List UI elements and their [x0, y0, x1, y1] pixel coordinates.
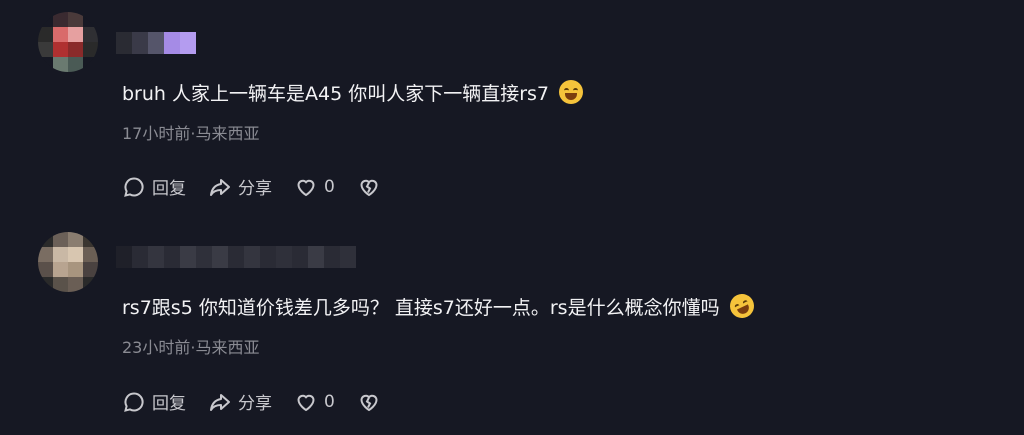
rolling-laughing-emoji-icon: [725, 290, 758, 322]
broken-heart-icon: [360, 179, 378, 196]
avatar-pixel: [83, 277, 98, 292]
speech-bubble-icon: [124, 391, 144, 412]
avatar-pixel: [83, 27, 98, 42]
avatar-pixel: [68, 12, 83, 27]
avatar-pixel: [68, 262, 83, 277]
speech-bubble-icon: [124, 176, 144, 197]
comment-actions: 回复 分享 0: [122, 174, 403, 199]
comment-actions: 回复 分享 0: [122, 389, 403, 414]
comment-meta: 17小时前·马来西亚: [122, 124, 260, 143]
share-arrow-icon: [210, 178, 230, 196]
avatar-pixel: [83, 57, 98, 72]
username-pixel: [148, 32, 164, 54]
username-pixel: [116, 246, 132, 268]
avatar-pixel: [53, 12, 68, 27]
username-pixel: [116, 32, 132, 54]
avatar-pixel: [53, 232, 68, 247]
reply-label: 回复: [152, 394, 186, 414]
username-pixel: [132, 246, 148, 268]
avatar-pixel: [53, 42, 68, 57]
reply-label: 回复: [152, 179, 186, 199]
avatar-pixel: [83, 12, 98, 27]
comment-text-content: rs7跟s5 你知道价钱差几多吗？ 直接s7还好一点。rs是什么概念你懂吗: [122, 297, 720, 319]
username-pixel: [212, 246, 228, 268]
avatar-pixel: [53, 27, 68, 42]
share-label: 分享: [238, 179, 272, 199]
avatar-pixel: [68, 247, 83, 262]
reply-button[interactable]: 回复: [122, 389, 186, 414]
username-pixel: [180, 32, 196, 54]
avatar[interactable]: [38, 232, 98, 292]
avatar-pixel: [68, 27, 83, 42]
like-button[interactable]: 0: [294, 175, 335, 199]
avatar[interactable]: [38, 12, 98, 72]
username-pixel: [340, 246, 356, 268]
avatar-pixel: [38, 57, 53, 72]
username-pixel: [132, 32, 148, 54]
comment-text-content: bruh 人家上一辆车是A45 你叫人家下一辆直接rs7: [122, 83, 550, 105]
share-button[interactable]: 分享: [208, 389, 272, 414]
username-pixel: [292, 246, 308, 268]
crying-laughing-emoji-icon: [559, 80, 584, 104]
share-arrow-icon: [210, 393, 230, 411]
username-pixel: [180, 246, 196, 268]
avatar-pixel: [38, 27, 53, 42]
avatar-pixel: [38, 12, 53, 27]
avatar-pixel: [83, 247, 98, 262]
avatar-pixel: [53, 247, 68, 262]
comment-text: bruh 人家上一辆车是A45 你叫人家下一辆直接rs7: [122, 80, 584, 107]
username-pixel: [228, 246, 244, 268]
avatar-pixel: [83, 232, 98, 247]
broken-heart-icon: [360, 394, 378, 411]
username[interactable]: [116, 32, 196, 54]
username-pixel: [244, 246, 260, 268]
reply-button[interactable]: 回复: [122, 174, 186, 199]
dislike-button[interactable]: [357, 390, 381, 414]
avatar-pixel: [68, 277, 83, 292]
avatar-pixel: [68, 232, 83, 247]
avatar-pixel: [53, 262, 68, 277]
heart-icon: [297, 179, 315, 196]
username-pixel: [164, 246, 180, 268]
username[interactable]: [116, 246, 356, 268]
avatar-pixel: [68, 42, 83, 57]
avatar-pixel: [38, 232, 53, 247]
avatar-pixel: [53, 57, 68, 72]
username-pixel: [276, 246, 292, 268]
comment-meta: 23小时前·马来西亚: [122, 338, 260, 357]
avatar-pixel: [68, 57, 83, 72]
avatar-pixel: [38, 42, 53, 57]
username-pixel: [324, 246, 340, 268]
username-pixel: [148, 246, 164, 268]
username-pixel: [308, 246, 324, 268]
share-button[interactable]: 分享: [208, 174, 272, 199]
avatar-pixel: [83, 42, 98, 57]
username-pixel: [164, 32, 180, 54]
dislike-button[interactable]: [357, 175, 381, 199]
username-pixel: [260, 246, 276, 268]
share-label: 分享: [238, 394, 272, 414]
like-count: 0: [324, 176, 335, 197]
avatar-pixel: [53, 277, 68, 292]
comment-text: rs7跟s5 你知道价钱差几多吗？ 直接s7还好一点。rs是什么概念你懂吗: [122, 290, 758, 322]
avatar-pixel: [38, 262, 53, 277]
username-pixel: [196, 246, 212, 268]
avatar-pixel: [38, 277, 53, 292]
avatar-pixel: [38, 247, 53, 262]
heart-icon: [297, 394, 315, 411]
avatar-pixel: [83, 262, 98, 277]
like-count: 0: [324, 391, 335, 412]
like-button[interactable]: 0: [294, 390, 335, 414]
